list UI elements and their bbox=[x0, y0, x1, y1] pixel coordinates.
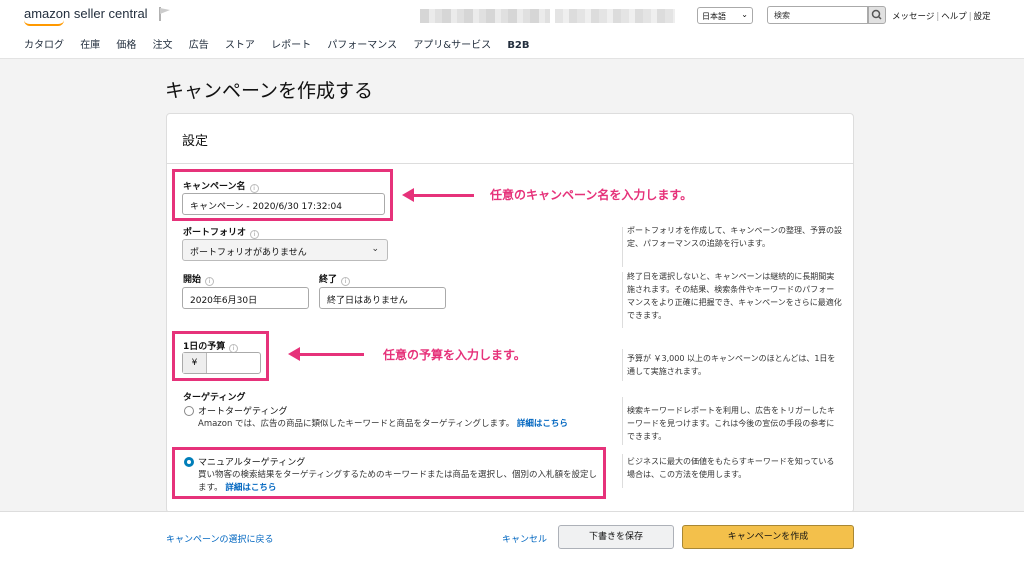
language-select[interactable]: 日本語 ⌄ bbox=[697, 7, 753, 24]
footer-bar: キャンペーンの選択に戻る キャンセル 下書きを保存 キャンペーンを作成 bbox=[0, 511, 1024, 563]
search-button[interactable] bbox=[868, 6, 886, 24]
campaign-name-highlight bbox=[172, 169, 393, 221]
portfolio-value: ポートフォリオがありません bbox=[190, 248, 307, 258]
auto-targeting-help: 検索キーワードレポートを利用し、広告をトリガーしたキーワードを見つけます。これは… bbox=[627, 406, 835, 441]
main-nav: カタログ 在庫 価格 注文 広告 ストア レポート パフォーマンス アプリ&サー… bbox=[24, 36, 543, 51]
auto-targeting-label[interactable]: オートターゲティング bbox=[198, 404, 287, 417]
nav-performance[interactable]: パフォーマンス bbox=[327, 40, 397, 51]
seller-central-logo[interactable]: amazon seller central bbox=[24, 6, 148, 26]
settings-link[interactable]: 設定 bbox=[974, 12, 991, 22]
nav-orders[interactable]: 注文 bbox=[153, 40, 173, 51]
nav-catalog[interactable]: カタログ bbox=[24, 40, 64, 51]
logo-text: amazon seller central bbox=[24, 6, 148, 21]
budget-help: 予算が ￥3,000 以上のキャンペーンのほとんどは、1日を通して実施されます。 bbox=[627, 354, 836, 376]
start-date-input[interactable]: 2020年6月30日 bbox=[182, 287, 309, 309]
info-icon[interactable]: i bbox=[341, 277, 351, 286]
start-date-value: 2020年6月30日 bbox=[190, 296, 258, 306]
nav-inventory[interactable]: 在庫 bbox=[80, 40, 100, 51]
manual-targeting-highlight bbox=[172, 447, 606, 499]
help-link[interactable]: ヘルプ bbox=[941, 12, 967, 22]
help-divider bbox=[622, 397, 623, 445]
info-icon[interactable]: i bbox=[205, 277, 215, 286]
portfolio-help: ポートフォリオを作成して、キャンペーンの整理、予算の設定、パフォーマンスの追跡を… bbox=[627, 226, 842, 248]
arrow-left-icon bbox=[402, 188, 474, 202]
nav-pricing[interactable]: 価格 bbox=[116, 40, 136, 51]
campaign-name-annotation: 任意のキャンペーン名を入力します。 bbox=[490, 188, 693, 202]
portfolio-label: ポートフォリオ i bbox=[183, 225, 260, 239]
manual-targeting-help: ビジネスに最大の価値をもたらすキーワードを知っている場合は、この方法を使用します… bbox=[627, 457, 835, 479]
nav-b2b[interactable]: B2B bbox=[507, 40, 529, 51]
help-divider bbox=[622, 454, 623, 488]
start-label: 開始 i bbox=[183, 272, 215, 286]
messages-link[interactable]: メッセージ bbox=[892, 12, 934, 22]
flag-icon[interactable] bbox=[158, 6, 172, 22]
help-divider bbox=[622, 349, 623, 381]
logo-smile bbox=[24, 20, 64, 26]
chevron-down-icon: ⌄ bbox=[371, 244, 379, 254]
nav-apps-services[interactable]: アプリ&サービス bbox=[413, 40, 491, 51]
settings-title: 設定 bbox=[182, 134, 209, 149]
arrow-left-icon bbox=[288, 347, 364, 361]
info-icon[interactable]: i bbox=[250, 230, 260, 239]
targeting-label: ターゲティング bbox=[183, 393, 246, 403]
page-title: キャンペーンを作成する bbox=[165, 80, 374, 102]
end-date-input[interactable]: 終了日はありません bbox=[319, 287, 446, 309]
auto-targeting-desc: Amazon では、広告の商品に類似したキーワードと商品をターゲティングします。… bbox=[198, 419, 568, 429]
budget-highlight bbox=[172, 331, 269, 381]
header-links: メッセージ | ヘルプ | 設定 bbox=[892, 12, 991, 22]
portfolio-select[interactable]: ポートフォリオがありません ⌄ bbox=[182, 239, 388, 261]
settings-header: 設定 bbox=[167, 114, 853, 164]
help-divider bbox=[622, 227, 623, 267]
blurred-account-name bbox=[420, 9, 550, 23]
date-help: 終了日を選択しないと、キャンペーンは継続的に長期間実施されます。その結果、検索条… bbox=[627, 272, 842, 320]
language-value: 日本語 bbox=[702, 12, 726, 21]
auto-targeting-radio[interactable] bbox=[184, 406, 194, 416]
create-campaign-button[interactable]: キャンペーンを作成 bbox=[682, 525, 854, 549]
cancel-link[interactable]: キャンセル bbox=[502, 532, 547, 545]
nav-reports[interactable]: レポート bbox=[271, 40, 311, 51]
search-input[interactable]: 検索 bbox=[767, 6, 868, 24]
top-header: amazon seller central 日本語 ⌄ 検索 メッセージ | ヘルプ… bbox=[0, 0, 1024, 59]
auto-learn-more-link[interactable]: 詳細はこちら bbox=[517, 419, 568, 429]
help-divider bbox=[622, 272, 623, 328]
search-icon bbox=[871, 9, 882, 20]
chevron-down-icon: ⌄ bbox=[741, 10, 748, 19]
back-to-campaign-selection-link[interactable]: キャンペーンの選択に戻る bbox=[166, 532, 274, 545]
blurred-store-name bbox=[555, 9, 675, 23]
nav-advertising[interactable]: 広告 bbox=[189, 40, 209, 51]
budget-annotation: 任意の予算を入力します。 bbox=[383, 348, 526, 362]
search-placeholder: 検索 bbox=[774, 11, 790, 20]
end-date-value: 終了日はありません bbox=[327, 296, 408, 306]
nav-stores[interactable]: ストア bbox=[225, 40, 255, 51]
save-draft-button[interactable]: 下書きを保存 bbox=[558, 525, 674, 549]
end-label: 終了 i bbox=[319, 272, 351, 286]
